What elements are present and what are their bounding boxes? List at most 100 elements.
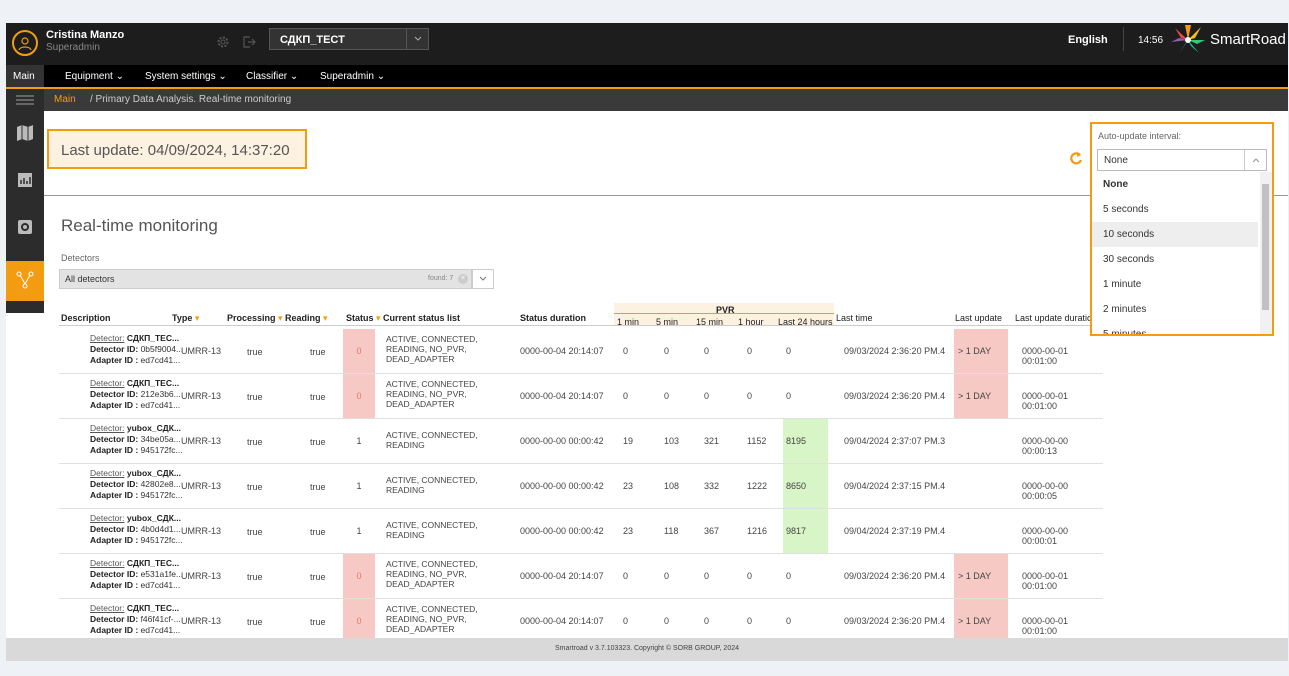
detectors-select[interactable]: All detectors found: 7 × [59, 269, 472, 289]
cell-last-time: 09/03/2024 2:36:20 PM.4 [844, 616, 946, 626]
cell-last-update-duration: 0000-00-00 00:00:01 [1022, 526, 1069, 546]
sidebar-toggle[interactable] [6, 89, 44, 111]
table-row[interactable]: Detector: yubox_СДК... Detector ID: 4b0d4… [59, 509, 1103, 554]
menu-item-equipment[interactable]: Equipment ⌄ [65, 71, 124, 82]
menu-item-system-settings[interactable]: System settings ⌄ [145, 71, 227, 82]
detectors-dropdown-toggle[interactable] [472, 269, 494, 289]
col-type[interactable]: Type ▾ [172, 313, 199, 324]
gear-icon[interactable] [216, 35, 230, 49]
clear-icon[interactable]: × [458, 274, 468, 284]
sidebar [6, 89, 44, 313]
cell-status-list: ACTIVE, CONNECTED, READING [386, 520, 478, 540]
auto-update-select[interactable]: None [1097, 149, 1267, 171]
detector-link[interactable]: Detector: [90, 333, 125, 343]
cell-status: 0 [343, 329, 375, 373]
brand-name: SmartRoad [1210, 31, 1286, 48]
cell-pvr-1min: 0 [623, 571, 629, 581]
option-5-seconds[interactable]: 5 seconds [1092, 197, 1258, 222]
chevron-up-icon [1244, 150, 1266, 170]
cell-pvr-1min: 23 [623, 481, 634, 491]
cell-pvr-1hour: 0 [747, 616, 753, 626]
option-10-seconds[interactable]: 10 seconds [1092, 222, 1258, 247]
cell-pvr-1hour: 0 [747, 571, 753, 581]
logout-icon[interactable] [242, 35, 256, 49]
option-30-seconds[interactable]: 30 seconds [1092, 247, 1258, 272]
col-last-update-duration[interactable]: Last update duration [1015, 313, 1090, 323]
menu-item-main[interactable]: Main [6, 65, 44, 87]
cell-last-update-duration: 0000-00-00 00:00:13 [1022, 436, 1069, 456]
cell-type: UMRR-13 [181, 571, 222, 581]
cell-last-time: 09/03/2024 2:36:20 PM.4 [844, 346, 946, 356]
cell-last-update: > 1 DAY [954, 329, 1008, 373]
col-status-duration[interactable]: Status duration [520, 313, 586, 323]
sidebar-item-reports[interactable] [6, 161, 44, 201]
sidebar-item-devices[interactable] [6, 208, 44, 248]
detector-link[interactable]: Detector: [90, 603, 125, 613]
cell-last-time: 09/04/2024 2:37:15 PM.4 [844, 481, 946, 491]
user-name: Cristina Manzo [46, 29, 125, 41]
cell-last-update: > 1 DAY [954, 599, 1008, 643]
option-2-minutes[interactable]: 2 minutes [1092, 297, 1258, 322]
option-none[interactable]: None [1092, 172, 1258, 197]
cell-status: 0 [343, 374, 375, 418]
cell-pvr-5min: 108 [664, 481, 680, 491]
col-description[interactable]: Description [61, 313, 111, 323]
app-window: Cristina Manzo Superadmin СДКП_ТЕСТ Engl… [6, 23, 1288, 661]
col-current-status[interactable]: Current status list [383, 313, 460, 323]
detectors-label: Detectors [61, 253, 100, 263]
detector-link[interactable]: Detector: [90, 558, 125, 568]
detector-link[interactable]: Detector: [90, 468, 125, 478]
table-row[interactable]: Detector: СДКП_ТЕС... Detector ID: 0b5f90… [59, 329, 1103, 374]
table-row[interactable]: Detector: СДКП_ТЕС... Detector ID: e531a1… [59, 554, 1103, 599]
cell-status: 1 [356, 436, 362, 446]
table-row[interactable]: Detector: yubox_СДК... Detector ID: 34be0… [59, 419, 1103, 464]
menu-item-superadmin[interactable]: Superadmin ⌄ [320, 71, 385, 82]
col-processing[interactable]: Processing ▾ [227, 313, 283, 324]
col-last-update[interactable]: Last update [955, 313, 1002, 323]
cell-status-list: ACTIVE, CONNECTED, READING, NO_PVR, DEAD… [386, 334, 478, 364]
cell-processing: true [247, 347, 263, 357]
menu-item-classifier[interactable]: Classifier ⌄ [246, 71, 298, 82]
breadcrumb-main-link[interactable]: Main [54, 94, 76, 105]
table-row[interactable]: Detector: yubox_СДК... Detector ID: 42802… [59, 464, 1103, 509]
cell-pvr-24h: 9817 [783, 509, 828, 553]
cell-last-update [954, 509, 1008, 553]
scrollbar-thumb[interactable] [1262, 184, 1269, 310]
cell-pvr-5min: 0 [664, 346, 670, 356]
cell-pvr-1min: 0 [623, 391, 629, 401]
cell-pvr-1hour: 0 [747, 391, 753, 401]
option-5-minutes[interactable]: 5 minutes [1092, 322, 1258, 334]
cell-pvr-24h: 0 [786, 616, 792, 626]
cell-status-duration: 0000-00-04 20:14:07 [520, 346, 604, 356]
detector-link[interactable]: Detector: [90, 513, 125, 523]
col-last-time[interactable]: Last time [836, 313, 873, 323]
cell-processing: true [247, 617, 263, 627]
cell-status-duration: 0000-00-00 00:00:42 [520, 481, 604, 491]
chevron-down-icon [479, 276, 487, 281]
auto-update-panel: Auto-update interval: None None 5 second… [1090, 122, 1274, 336]
detectors-select-value: All detectors [65, 274, 115, 284]
detector-link[interactable]: Detector: [90, 378, 125, 388]
cell-type: UMRR-13 [181, 436, 222, 446]
last-update-text: Last update: 04/09/2024, 14:37:20 [61, 142, 290, 159]
language-switch[interactable]: English [1068, 34, 1108, 46]
col-reading[interactable]: Reading ▾ [285, 313, 328, 324]
cell-status-duration: 0000-00-00 00:00:42 [520, 436, 604, 446]
divider [59, 325, 1103, 326]
col-status[interactable]: Status ▾ [346, 313, 381, 324]
avatar[interactable] [12, 30, 38, 56]
organization-select[interactable]: СДКП_ТЕСТ [269, 28, 429, 50]
cell-pvr-15min: 0 [704, 616, 710, 626]
table-row[interactable]: Detector: СДКП_ТЕС... Detector ID: 212e3b… [59, 374, 1103, 419]
cell-processing: true [247, 437, 263, 447]
sidebar-item-map[interactable] [6, 114, 44, 154]
cell-status: 1 [356, 481, 362, 491]
option-1-minute[interactable]: 1 minute [1092, 272, 1258, 297]
scrollbar[interactable] [1260, 172, 1272, 334]
map-icon [17, 125, 33, 141]
cell-status-list: ACTIVE, CONNECTED, READING, NO_PVR, DEAD… [386, 559, 478, 589]
detector-link[interactable]: Detector: [90, 423, 125, 433]
cell-last-time: 09/03/2024 2:36:20 PM.4 [844, 391, 946, 401]
sidebar-item-analysis[interactable] [6, 261, 44, 301]
refresh-icon[interactable] [1069, 151, 1083, 165]
